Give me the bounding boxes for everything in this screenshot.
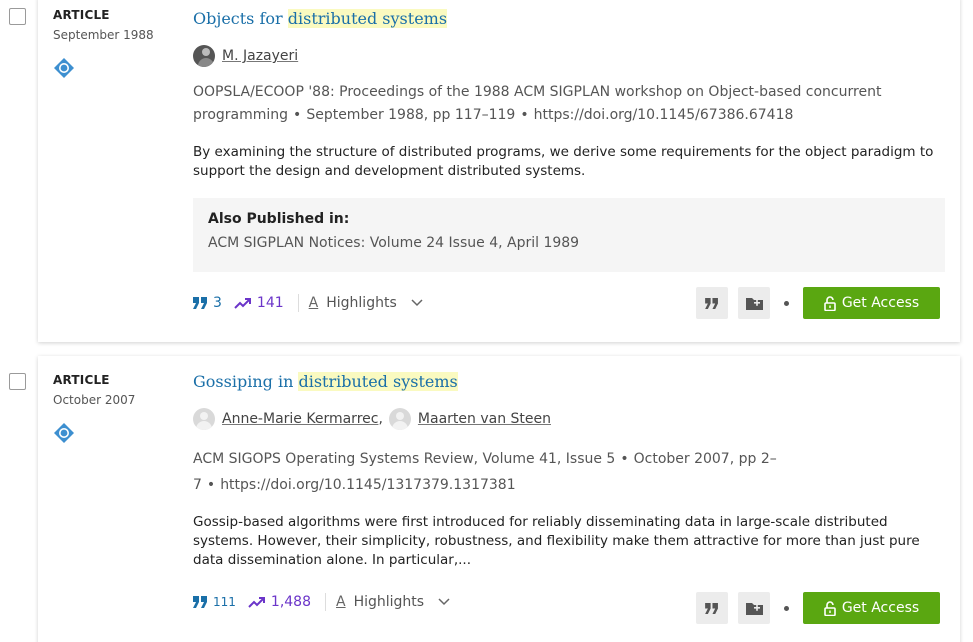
acm-diamond-icon [54, 58, 74, 78]
title-text[interactable]: Gossiping in [193, 372, 298, 391]
lock-open-icon [824, 600, 836, 616]
author-avatar [388, 408, 411, 430]
result-meta: ARTICLE September 1988 [53, 8, 183, 83]
doi-link[interactable]: https://doi.org/10.1145/67386.67418 [534, 107, 794, 123]
also-published-text[interactable]: ACM SIGPLAN Notices: Volume 24 Issue 4, … [208, 235, 930, 251]
author-separator: , [378, 411, 383, 427]
text-a-icon: A [336, 594, 346, 610]
result-body: Gossiping in distributed systems Anne-Ma… [193, 371, 945, 570]
date-pages: October 2007, pp 2– [633, 451, 777, 467]
download-count[interactable]: 1,488 [248, 594, 311, 610]
quote-icon [193, 596, 207, 608]
separator-dot [784, 300, 789, 306]
venue[interactable]: ACM SIGOPS Operating Systems Review, Vol… [193, 451, 615, 467]
bullet-separator: • [206, 477, 216, 493]
abstract: By examining the structure of distribute… [193, 144, 934, 179]
result-footer: 3 141 A Highlights Get Access [193, 286, 940, 320]
text-a-icon: A [308, 295, 319, 311]
date-pages-cont: 7 [193, 477, 202, 493]
title-highlight[interactable]: distributed systems [298, 372, 458, 391]
date-pages: September 1988, pp 117–119 [306, 107, 516, 123]
download-count[interactable]: 141 [234, 295, 284, 311]
separator-dot [784, 605, 789, 611]
highlights-toggle[interactable]: A Highlights [336, 594, 450, 610]
citation-count[interactable]: 3 [193, 295, 222, 311]
search-result: ARTICLE September 1988 Objects for distr… [0, 0, 973, 348]
quote-icon [705, 297, 718, 309]
author-list: M. Jazayeri [193, 45, 945, 67]
cite-button[interactable] [696, 287, 728, 319]
get-access-label: Get Access [841, 600, 920, 616]
author-link[interactable]: Maarten van Steen [418, 411, 551, 427]
result-footer: 111 1,488 A Highlights Get Access [193, 585, 940, 624]
download-value: 141 [256, 295, 284, 311]
trending-up-icon [234, 298, 251, 309]
save-to-binder-button[interactable] [738, 592, 770, 624]
publication-info: ACM SIGOPS Operating Systems Review, Vol… [193, 446, 945, 498]
title-highlight[interactable]: distributed systems [287, 9, 448, 28]
content-type: ARTICLE [53, 8, 110, 22]
divider [297, 294, 299, 312]
get-access-button[interactable]: Get Access [803, 592, 940, 624]
folder-add-icon [745, 297, 763, 310]
acm-diamond-icon [54, 423, 74, 443]
author-link[interactable]: Anne-Marie Kermarrec [222, 411, 378, 427]
select-checkbox[interactable] [9, 373, 26, 390]
highlights-label: Highlights [353, 594, 425, 610]
author-list: Anne-Marie Kermarrec, Maarten van Steen [193, 408, 945, 430]
bullet-separator: • [520, 107, 529, 123]
publication-date: October 2007 [53, 393, 136, 407]
lock-open-icon [824, 295, 836, 311]
publication-date: September 1988 [53, 28, 154, 42]
divider [325, 593, 326, 611]
highlights-label: Highlights [326, 295, 397, 311]
doi-link[interactable]: https://doi.org/10.1145/1317379.1317381 [220, 477, 515, 493]
also-published-title: Also Published in: [208, 211, 350, 227]
also-published-box: Also Published in: ACM SIGPLAN Notices: … [193, 198, 945, 272]
result-card: ARTICLE October 2007 Gossiping in distri… [38, 356, 960, 642]
chevron-down-icon [438, 598, 450, 606]
select-checkbox[interactable] [9, 8, 26, 25]
citation-value: 3 [213, 295, 222, 311]
publication-info: OOPSLA/ECOOP '88: Proceedings of the 198… [193, 81, 945, 127]
result-body: Objects for distributed systems M. Jazay… [193, 8, 945, 272]
chevron-down-icon [411, 299, 423, 307]
result-meta: ARTICLE October 2007 [53, 373, 183, 448]
download-value: 1,488 [270, 594, 311, 610]
cite-button[interactable] [696, 592, 728, 624]
author-avatar [193, 45, 215, 67]
content-type: ARTICLE [53, 373, 110, 387]
bullet-separator: • [620, 451, 629, 467]
search-result: ARTICLE October 2007 Gossiping in distri… [0, 352, 973, 642]
get-access-label: Get Access [841, 295, 920, 311]
author-link[interactable]: M. Jazayeri [222, 48, 298, 64]
quote-icon [705, 602, 718, 614]
quote-icon [193, 297, 207, 309]
trending-up-icon [248, 597, 265, 608]
folder-add-icon [745, 602, 763, 615]
result-title[interactable]: Objects for distributed systems [193, 8, 945, 30]
author-avatar [193, 408, 215, 430]
abstract: Gossip-based algorithms were first intro… [193, 514, 920, 568]
highlights-toggle[interactable]: A Highlights [309, 295, 423, 311]
result-title[interactable]: Gossiping in distributed systems [193, 371, 945, 393]
bullet-separator: • [293, 107, 302, 123]
get-access-button[interactable]: Get Access [803, 287, 940, 319]
title-text[interactable]: Objects for [193, 9, 288, 28]
citation-count[interactable]: 111 [193, 595, 236, 609]
citation-value: 111 [213, 595, 236, 609]
result-card: ARTICLE September 1988 Objects for distr… [38, 0, 960, 342]
save-to-binder-button[interactable] [738, 287, 770, 319]
